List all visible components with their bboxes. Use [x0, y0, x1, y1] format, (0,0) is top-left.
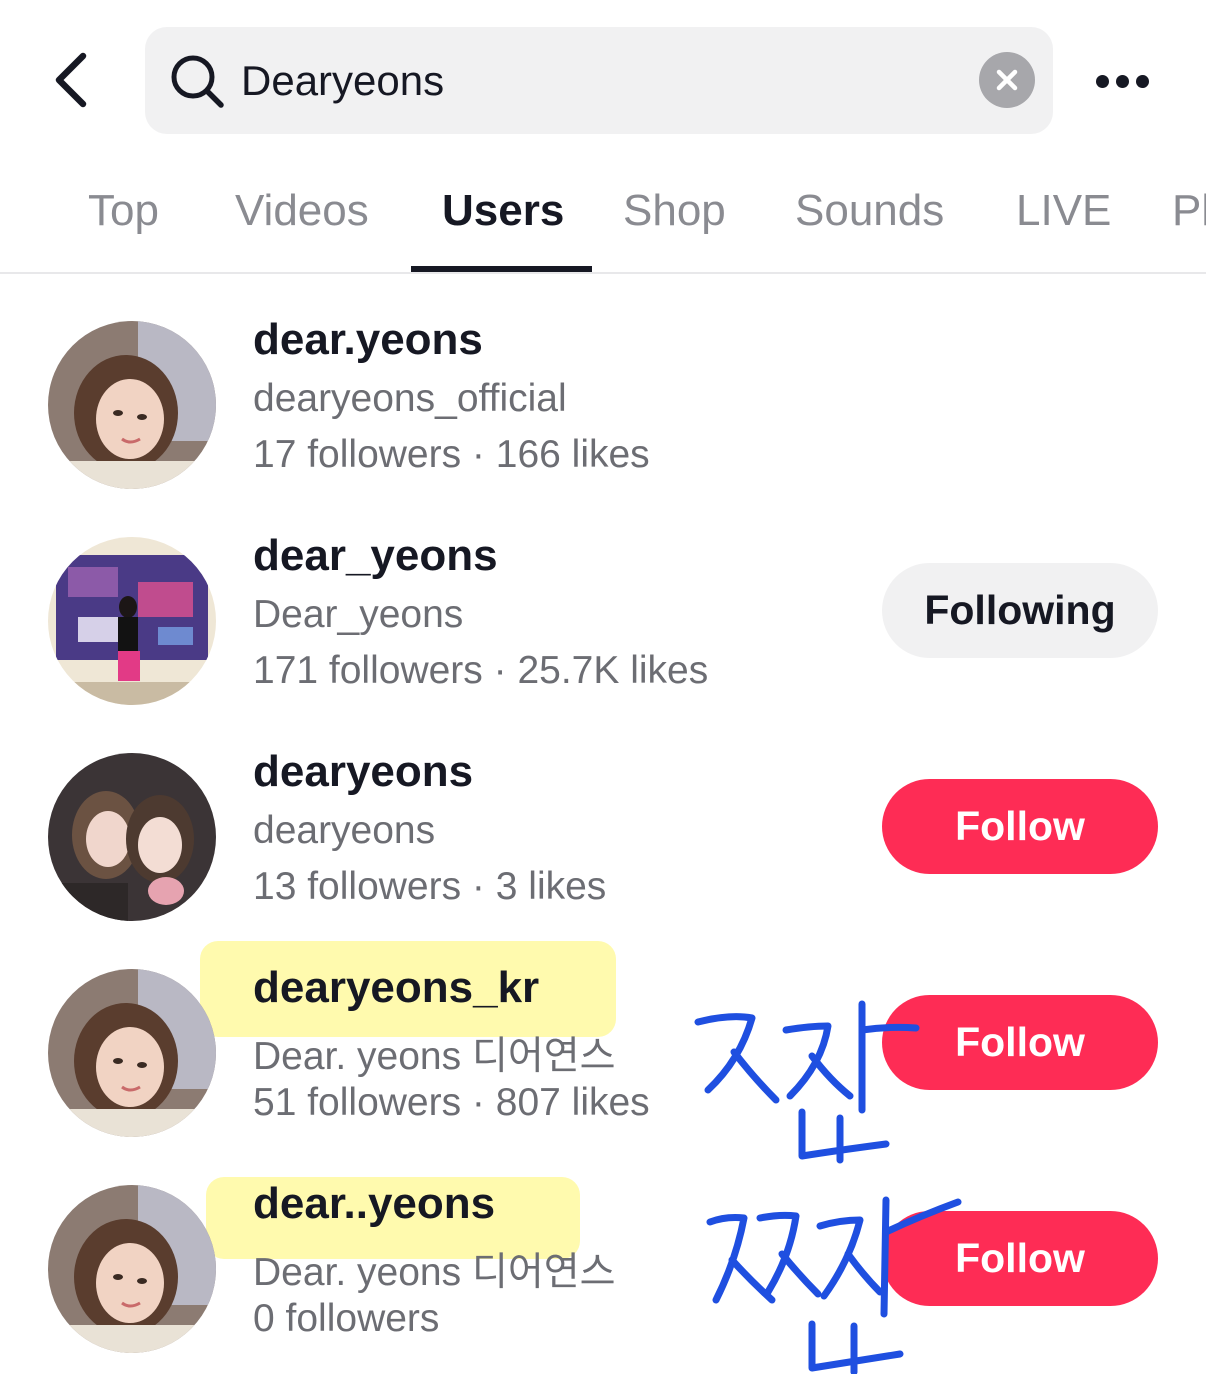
clear-search-button[interactable] — [979, 52, 1035, 108]
username[interactable]: dear..yeons — [253, 1179, 495, 1229]
close-icon — [996, 69, 1018, 91]
more-options-button[interactable] — [1088, 58, 1158, 104]
back-button[interactable] — [36, 42, 106, 118]
active-tab-indicator — [411, 266, 592, 272]
username[interactable]: dear_yeons — [253, 531, 498, 581]
user-stats: 17 followers · 166 likes — [253, 433, 650, 476]
follow-button[interactable]: Follow — [882, 995, 1158, 1090]
tab-videos[interactable]: Videos — [235, 186, 369, 236]
avatar[interactable] — [48, 1185, 216, 1353]
more-dot — [1136, 74, 1149, 88]
username[interactable]: dearyeons_kr — [253, 963, 539, 1013]
user-stats: 13 followers · 3 likes — [253, 865, 607, 908]
username[interactable]: dear.yeons — [253, 315, 483, 365]
avatar[interactable] — [48, 321, 216, 489]
more-horizontal-icon — [1096, 74, 1109, 88]
user-result-row[interactable]: dear..yeons Dear. yeons 디어연스 0 followers… — [0, 1175, 1206, 1391]
nickname: Dear. yeons 디어연스 — [253, 1035, 616, 1078]
avatar[interactable] — [48, 753, 216, 921]
search-category-tabs: Top Videos Users Shop Sounds LIVE Pl — [0, 160, 1206, 274]
nickname: Dear_yeons — [253, 593, 464, 636]
avatar[interactable] — [48, 537, 216, 705]
tab-live[interactable]: LIVE — [1016, 186, 1111, 236]
tab-places[interactable]: Pl — [1172, 186, 1206, 236]
search-header — [0, 0, 1206, 160]
user-result-row[interactable]: dearyeons_kr Dear. yeons 디어연스 51 followe… — [0, 941, 1206, 1175]
nickname: dearyeons — [253, 809, 436, 852]
search-bar[interactable] — [145, 27, 1053, 134]
chevron-left-icon — [55, 52, 87, 108]
username[interactable]: dearyeons — [253, 747, 473, 797]
nickname: dearyeons_official — [253, 377, 567, 420]
user-result-row[interactable]: dear.yeons dearyeons_official 17 followe… — [0, 311, 1206, 527]
following-button[interactable]: Following — [882, 563, 1158, 658]
follow-button[interactable]: Follow — [882, 1211, 1158, 1306]
user-result-row[interactable]: dearyeons dearyeons 13 followers · 3 lik… — [0, 743, 1206, 959]
tab-sounds[interactable]: Sounds — [795, 186, 944, 236]
user-result-row[interactable]: dear_yeons Dear_yeons 171 followers · 25… — [0, 527, 1206, 743]
follow-button[interactable]: Follow — [882, 779, 1158, 874]
tab-users[interactable]: Users — [442, 186, 564, 236]
avatar[interactable] — [48, 969, 216, 1137]
nickname: Dear. yeons 디어연스 — [253, 1251, 616, 1294]
search-icon — [171, 55, 224, 108]
user-stats: 51 followers · 807 likes — [253, 1081, 650, 1124]
more-dot — [1116, 74, 1129, 88]
tab-top[interactable]: Top — [88, 186, 159, 236]
user-stats: 0 followers — [253, 1297, 440, 1340]
tab-shop[interactable]: Shop — [623, 186, 726, 236]
user-stats: 171 followers · 25.7K likes — [253, 649, 709, 692]
search-input[interactable] — [241, 47, 961, 115]
